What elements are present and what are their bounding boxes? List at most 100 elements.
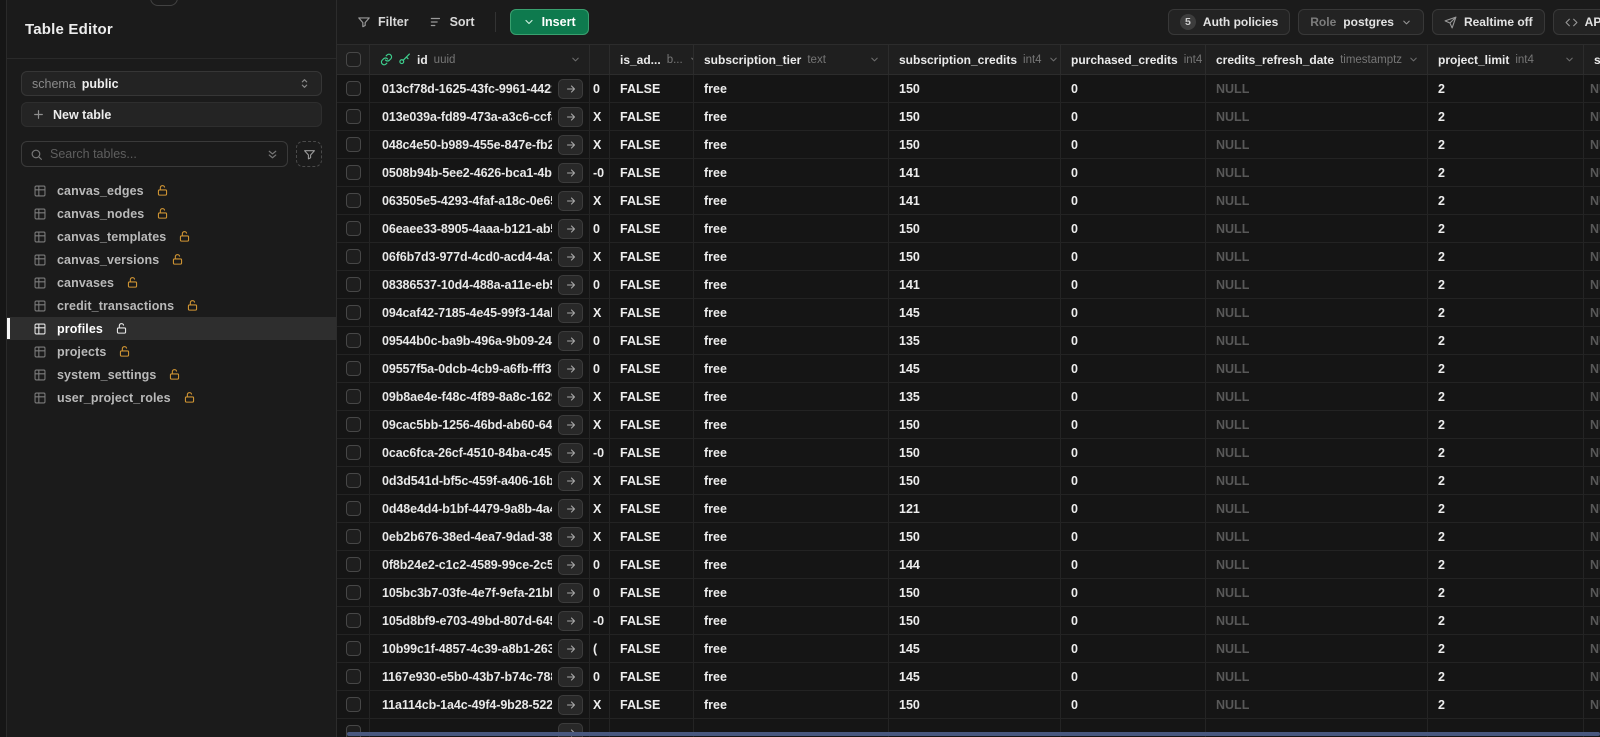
credits-refresh-date-cell[interactable]: NULL — [1206, 243, 1428, 270]
expand-row-button[interactable] — [558, 526, 583, 547]
purchased-credits-cell[interactable]: 0 — [1061, 579, 1206, 606]
row-checkbox[interactable] — [345, 193, 361, 208]
insert-button[interactable]: Insert — [509, 9, 589, 35]
is-admin-cell[interactable]: FALSE — [610, 131, 694, 158]
api-docs-button[interactable]: API Do — [1552, 9, 1600, 35]
project-limit-cell[interactable]: 2 — [1428, 663, 1584, 690]
credits-refresh-date-cell[interactable]: NULL — [1206, 215, 1428, 242]
schema-select[interactable]: schema public — [21, 71, 322, 96]
clipped-cell[interactable]: NULL — [1584, 299, 1600, 326]
credits-refresh-date-cell[interactable]: NULL — [1206, 355, 1428, 382]
header-project-limit[interactable]: project_limit int4 — [1428, 45, 1584, 74]
row-checkbox[interactable] — [345, 165, 361, 180]
subscription-credits-cell[interactable]: 135 — [889, 383, 1061, 410]
id-cell[interactable]: 11a114cb-1a4c-49f4-9b28-52219ec... — [370, 691, 590, 718]
subscription-tier-cell[interactable]: free — [694, 159, 889, 186]
is-admin-cell[interactable]: FALSE — [610, 495, 694, 522]
filter-button[interactable]: Filter — [347, 8, 419, 36]
purchased-credits-cell[interactable]: 0 — [1061, 355, 1206, 382]
id-cell[interactable]: 013cf78d-1625-43fc-9961-442189... — [370, 75, 590, 102]
purchased-credits-cell[interactable]: 0 — [1061, 215, 1206, 242]
id-cell[interactable]: 1167e930-e5b0-43b7-b74c-788c9... — [370, 663, 590, 690]
subscription-credits-cell[interactable]: 144 — [889, 551, 1061, 578]
chevron-down-icon[interactable] — [1408, 54, 1419, 65]
purchased-credits-cell[interactable]: 0 — [1061, 187, 1206, 214]
header-subscription-tier[interactable]: subscription_tier text — [694, 45, 889, 74]
id-cell[interactable]: 048c4e50-b989-455e-847e-fb2f... — [370, 131, 590, 158]
chevron-down-icon[interactable] — [869, 54, 880, 65]
purchased-credits-cell[interactable]: 0 — [1061, 663, 1206, 690]
purchased-credits-cell[interactable]: 0 — [1061, 635, 1206, 662]
purchased-credits-cell[interactable]: 0 — [1061, 439, 1206, 466]
horizontal-scrollbar[interactable] — [347, 732, 1600, 736]
credits-refresh-date-cell[interactable]: NULL — [1206, 299, 1428, 326]
sidebar-table-item-system_settings[interactable]: system_settings — [7, 363, 336, 386]
purchased-credits-cell[interactable]: 0 — [1061, 75, 1206, 102]
subscription-credits-cell[interactable]: 150 — [889, 411, 1061, 438]
credits-refresh-date-cell[interactable]: NULL — [1206, 187, 1428, 214]
role-select-button[interactable]: Role postgres — [1298, 9, 1424, 35]
row-checkbox[interactable] — [345, 81, 361, 96]
sidebar-table-item-canvas_edges[interactable]: canvas_edges — [7, 179, 336, 202]
id-cell[interactable]: 094caf42-7185-4e45-99f3-14abee... — [370, 299, 590, 326]
expand-row-button[interactable] — [558, 442, 583, 463]
expand-row-button[interactable] — [558, 638, 583, 659]
credits-refresh-date-cell[interactable]: NULL — [1206, 551, 1428, 578]
truncated-cell[interactable]: 0 — [590, 271, 610, 298]
row-checkbox[interactable] — [345, 585, 361, 600]
truncated-cell[interactable]: X — [590, 383, 610, 410]
subscription-credits-cell[interactable]: 150 — [889, 579, 1061, 606]
truncated-cell[interactable]: X — [590, 411, 610, 438]
truncated-cell[interactable]: 0 — [590, 215, 610, 242]
subscription-credits-cell[interactable]: 145 — [889, 663, 1061, 690]
id-cell[interactable]: 0cac6fca-26cf-4510-84ba-c4580... — [370, 439, 590, 466]
subscription-tier-cell[interactable]: free — [694, 411, 889, 438]
id-cell[interactable]: 063505e5-4293-4faf-a18c-0e65b... — [370, 187, 590, 214]
clipped-cell[interactable]: NULL — [1584, 607, 1600, 634]
subscription-tier-cell[interactable]: free — [694, 327, 889, 354]
clipped-cell[interactable]: NULL — [1584, 355, 1600, 382]
id-cell[interactable]: 09557f5a-0dcb-4cb9-a6fb-fff366... — [370, 355, 590, 382]
project-limit-cell[interactable]: 2 — [1428, 411, 1584, 438]
project-limit-cell[interactable]: 2 — [1428, 75, 1584, 102]
truncated-cell[interactable]: X — [590, 103, 610, 130]
is-admin-cell[interactable]: FALSE — [610, 551, 694, 578]
chevron-down-icon[interactable] — [1048, 54, 1059, 65]
id-cell[interactable]: 0d3d541d-bf5c-459f-a406-16b93... — [370, 467, 590, 494]
truncated-cell[interactable]: 0 — [590, 663, 610, 690]
truncated-cell[interactable]: 0 — [590, 327, 610, 354]
is-admin-cell[interactable]: FALSE — [610, 411, 694, 438]
subscription-tier-cell[interactable]: free — [694, 579, 889, 606]
credits-refresh-date-cell[interactable]: NULL — [1206, 411, 1428, 438]
row-checkbox[interactable] — [345, 501, 361, 516]
subscription-credits-cell[interactable]: 145 — [889, 635, 1061, 662]
id-cell[interactable]: 105bc3b7-03fe-4e7f-9efa-21bb40... — [370, 579, 590, 606]
subscription-credits-cell[interactable]: 150 — [889, 75, 1061, 102]
truncated-cell[interactable]: -0 — [590, 439, 610, 466]
subscription-credits-cell[interactable]: 145 — [889, 299, 1061, 326]
truncated-cell[interactable]: -0 — [590, 159, 610, 186]
truncated-cell[interactable]: ( — [590, 635, 610, 662]
is-admin-cell[interactable]: FALSE — [610, 439, 694, 466]
credits-refresh-date-cell[interactable]: NULL — [1206, 383, 1428, 410]
subscription-tier-cell[interactable]: free — [694, 383, 889, 410]
new-table-button[interactable]: New table — [21, 102, 322, 127]
sidebar-table-item-user_project_roles[interactable]: user_project_roles — [7, 386, 336, 409]
truncated-cell[interactable]: X — [590, 131, 610, 158]
sidebar-table-item-profiles[interactable]: profiles — [7, 317, 336, 340]
purchased-credits-cell[interactable]: 0 — [1061, 299, 1206, 326]
subscription-credits-cell[interactable]: 150 — [889, 439, 1061, 466]
subscription-tier-cell[interactable]: free — [694, 271, 889, 298]
expand-row-button[interactable] — [558, 610, 583, 631]
is-admin-cell[interactable]: FALSE — [610, 271, 694, 298]
purchased-credits-cell[interactable]: 0 — [1061, 607, 1206, 634]
subscription-tier-cell[interactable]: free — [694, 131, 889, 158]
header-truncated-column[interactable] — [590, 45, 610, 74]
truncated-cell[interactable]: 0 — [590, 579, 610, 606]
id-cell[interactable]: 08386537-10d4-488a-a11e-eb5a6... — [370, 271, 590, 298]
row-checkbox[interactable] — [345, 445, 361, 460]
expand-row-button[interactable] — [558, 190, 583, 211]
expand-row-button[interactable] — [558, 218, 583, 239]
row-checkbox[interactable] — [345, 697, 361, 712]
credits-refresh-date-cell[interactable]: NULL — [1206, 75, 1428, 102]
